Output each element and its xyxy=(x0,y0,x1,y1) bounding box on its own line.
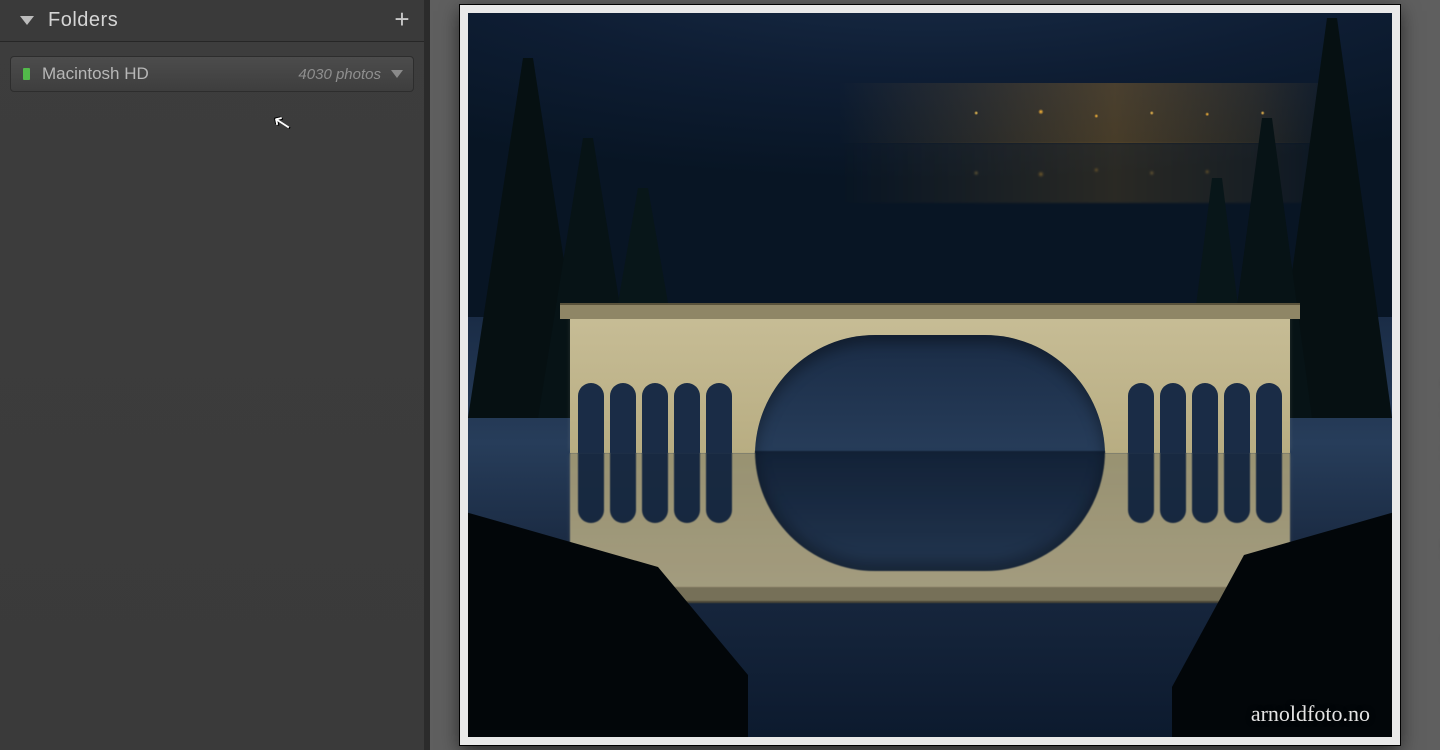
preview-image[interactable]: arnoldfoto.no xyxy=(460,5,1400,745)
volume-bar[interactable]: Macintosh HD 4030 photos xyxy=(10,56,414,92)
volume-photo-count: 4030 photos xyxy=(298,66,381,83)
cursor-icon: ↖ xyxy=(270,108,293,137)
folders-panel: Folders + Macintosh HD 4030 photos Bilde… xyxy=(0,0,430,750)
panel-title: Folders xyxy=(48,9,394,32)
photo-bridge xyxy=(570,313,1290,453)
volume-dropdown-icon[interactable] xyxy=(391,70,403,78)
watermark-bottom: arnoldfoto.no xyxy=(1251,701,1370,727)
volume-name: Macintosh HD xyxy=(42,64,298,84)
folders-panel-header[interactable]: Folders + xyxy=(0,0,424,42)
panel-disclosure-icon[interactable] xyxy=(20,16,34,25)
photo-bridge-reflection xyxy=(570,453,1290,593)
image-preview-area: arnoldfoto.no © www.arnoldfoto.no Arnold… xyxy=(430,0,1440,750)
add-folder-icon[interactable]: + xyxy=(394,10,410,32)
volume-status-icon xyxy=(23,68,30,80)
